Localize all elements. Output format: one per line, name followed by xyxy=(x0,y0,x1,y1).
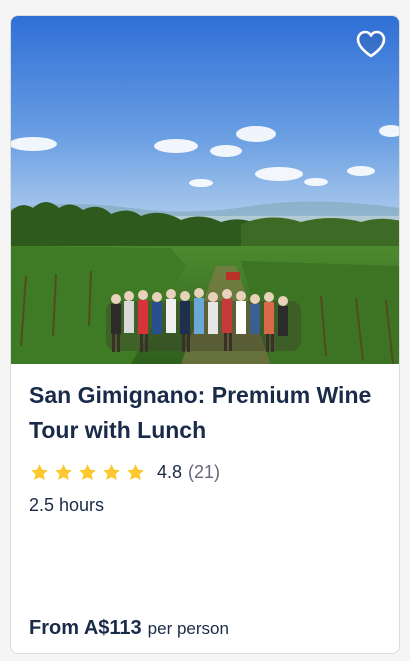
star-filled-icon xyxy=(103,463,120,480)
price-amount: From A$113 xyxy=(29,617,142,639)
activity-duration: 2.5 hours xyxy=(29,495,105,515)
review-count: (21) xyxy=(188,461,221,482)
star-filled-icon xyxy=(55,463,72,480)
activity-title[interactable]: San Gimignano: Premium Wine Tour with Lu… xyxy=(29,378,384,448)
heart-outline-icon xyxy=(356,30,386,58)
star-filled-icon xyxy=(31,463,48,480)
vineyard-group-image xyxy=(11,16,399,364)
activity-photo[interactable] xyxy=(11,16,399,364)
activity-info: San Gimignano: Premium Wine Tour with Lu… xyxy=(11,364,399,653)
star-rating xyxy=(29,462,149,483)
price-unit: per person xyxy=(147,619,229,638)
star-filled-icon xyxy=(79,463,96,480)
activity-card[interactable]: San Gimignano: Premium Wine Tour with Lu… xyxy=(10,15,400,654)
star-filled-icon xyxy=(127,463,144,480)
price-info: From A$113 per person xyxy=(29,617,229,640)
rating-value: 4.8 xyxy=(157,461,183,482)
wishlist-heart-button[interactable] xyxy=(353,26,389,62)
rating-summary: 4.8 (21) xyxy=(29,459,220,485)
